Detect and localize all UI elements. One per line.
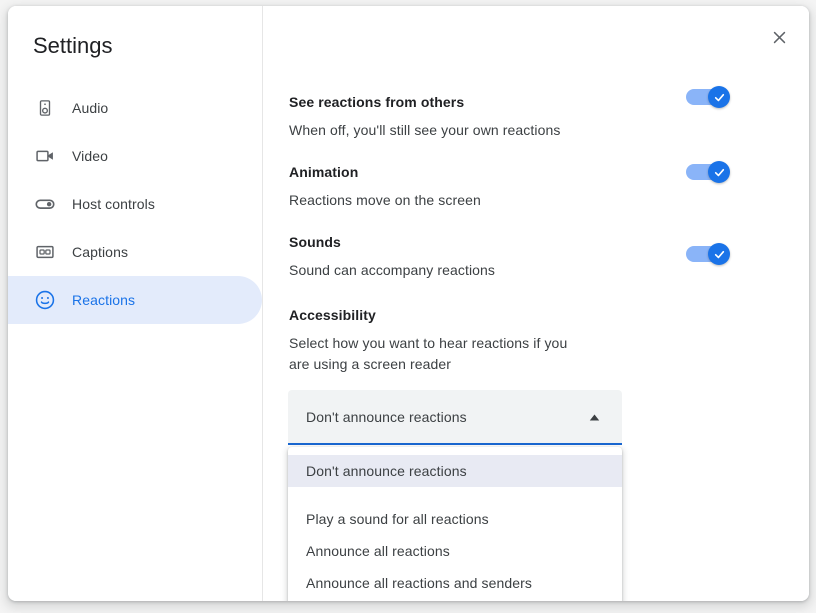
check-icon bbox=[713, 248, 726, 261]
setting-title: Accessibility bbox=[289, 305, 589, 325]
setting-see-reactions: See reactions from others When off, you'… bbox=[289, 92, 731, 141]
menu-option-label: Announce all reactions and senders bbox=[306, 573, 532, 593]
speaker-icon bbox=[34, 97, 56, 119]
screen: Settings Audio bbox=[0, 0, 816, 613]
menu-option-label: Play a sound for all reactions bbox=[306, 509, 489, 529]
announce-reactions-menu: Don't announce reactions Play a sound fo… bbox=[288, 447, 622, 601]
sidebar-item-audio[interactable]: Audio bbox=[8, 84, 262, 132]
close-button[interactable] bbox=[759, 17, 799, 57]
setting-sounds: Sounds Sound can accompany reactions bbox=[289, 232, 731, 281]
menu-option-announce-all[interactable]: Announce all reactions bbox=[288, 535, 622, 567]
setting-title: See reactions from others bbox=[289, 92, 731, 112]
setting-accessibility: Accessibility Select how you want to hea… bbox=[289, 305, 589, 375]
announce-reactions-select[interactable]: Don't announce reactions bbox=[288, 390, 622, 445]
toggle-thumb bbox=[708, 243, 730, 265]
sidebar-item-captions[interactable]: Captions bbox=[8, 228, 262, 276]
setting-animation: Animation Reactions move on the screen bbox=[289, 162, 731, 211]
sidebar-item-host-controls[interactable]: Host controls bbox=[8, 180, 262, 228]
setting-title: Sounds bbox=[289, 232, 731, 252]
toggle-animation[interactable] bbox=[686, 161, 732, 183]
setting-description: Sound can accompany reactions bbox=[289, 260, 731, 281]
settings-sidebar: Settings Audio bbox=[8, 6, 263, 601]
settings-dialog: Settings Audio bbox=[8, 6, 809, 601]
sidebar-nav: Audio Video bbox=[8, 84, 262, 324]
toggle-see-reactions[interactable] bbox=[686, 86, 732, 108]
sidebar-item-label: Video bbox=[72, 146, 108, 166]
page-title: Settings bbox=[33, 32, 113, 60]
settings-content-panel: See reactions from others When off, you'… bbox=[264, 6, 809, 601]
check-icon bbox=[713, 91, 726, 104]
closed-caption-icon bbox=[34, 241, 56, 263]
sidebar-item-label: Reactions bbox=[72, 290, 135, 310]
chevron-up-icon bbox=[589, 414, 600, 421]
close-icon bbox=[771, 29, 788, 46]
sidebar-item-label: Audio bbox=[72, 98, 108, 118]
video-camera-icon bbox=[34, 145, 56, 167]
check-icon bbox=[713, 166, 726, 179]
setting-description: Reactions move on the screen bbox=[289, 190, 731, 211]
menu-option-label: Announce all reactions bbox=[306, 541, 450, 561]
toggle-sounds[interactable] bbox=[686, 243, 732, 265]
sidebar-item-reactions[interactable]: Reactions bbox=[8, 276, 262, 324]
menu-option-label: Don't announce reactions bbox=[306, 461, 467, 481]
setting-description: When off, you'll still see your own reac… bbox=[289, 120, 731, 141]
setting-title: Animation bbox=[289, 162, 731, 182]
toggle-switch-icon bbox=[34, 193, 56, 215]
sidebar-item-label: Captions bbox=[72, 242, 128, 262]
toggle-thumb bbox=[708, 161, 730, 183]
menu-option-announce-all-and-senders[interactable]: Announce all reactions and senders bbox=[288, 567, 622, 599]
select-value: Don't announce reactions bbox=[306, 407, 467, 427]
smiley-face-icon bbox=[34, 289, 56, 311]
setting-description: Select how you want to hear reactions if… bbox=[289, 333, 589, 375]
sidebar-item-label: Host controls bbox=[72, 194, 155, 214]
sidebar-item-video[interactable]: Video bbox=[8, 132, 262, 180]
menu-option-play-sound[interactable]: Play a sound for all reactions bbox=[288, 503, 622, 535]
toggle-thumb bbox=[708, 86, 730, 108]
menu-option-dont-announce[interactable]: Don't announce reactions bbox=[288, 455, 622, 487]
